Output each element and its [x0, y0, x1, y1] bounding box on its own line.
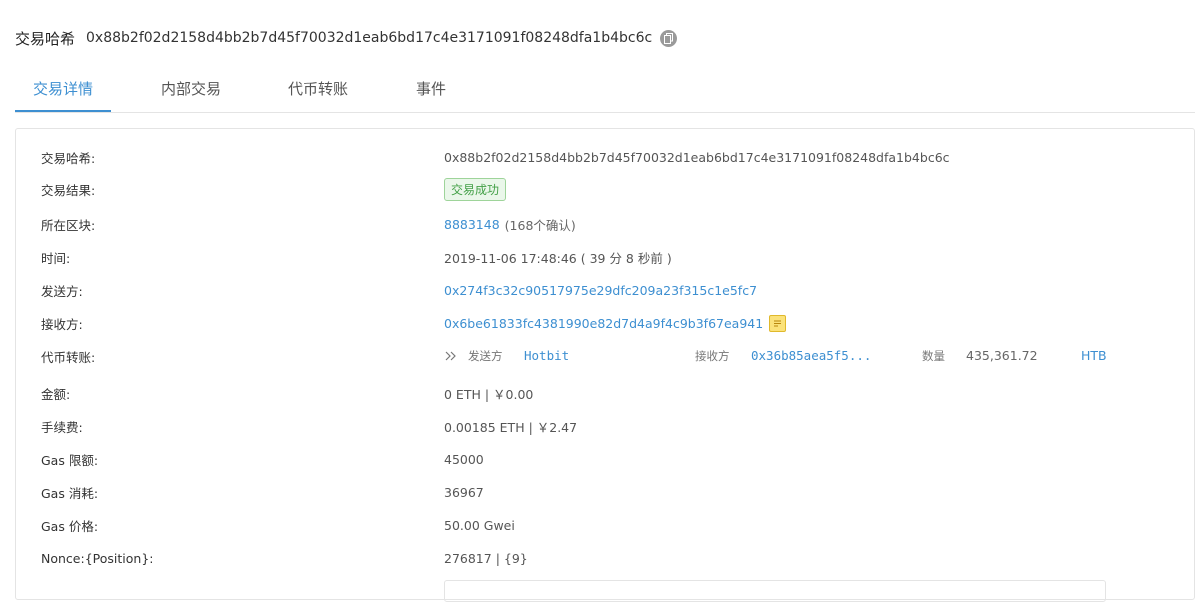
- fee-value: 0.00185 ETH | ￥2.47: [444, 419, 578, 435]
- nonce-label: Nonce:{Position}:: [41, 550, 154, 566]
- block-confirmations: (168个确认): [504, 217, 576, 233]
- amount-value: 0 ETH | ￥0.00: [444, 386, 534, 402]
- page-title: 交易哈希: [15, 29, 76, 48]
- row-nonce: Nonce:{Position}: 276817 | {9}: [41, 546, 1181, 570]
- row-amount: 金额: 0 ETH | ￥0.00: [41, 381, 1181, 405]
- row-time: 时间: 2019-11-06 17:48:46 ( 39 分 8 秒前 ): [41, 245, 1181, 269]
- to-label: 接收方:: [41, 316, 83, 332]
- time-label: 时间:: [41, 250, 71, 266]
- row-from: 发送方: 0x274f3c32c90517975e29dfc209a23f315…: [41, 278, 1181, 302]
- header-hash: 0x88b2f02d2158d4bb2b7d45f70032d1eab6bd17…: [86, 30, 653, 46]
- from-address-link[interactable]: 0x274f3c32c90517975e29dfc209a23f315c1e5f…: [444, 283, 757, 298]
- details-panel: 交易哈希: 0x88b2f02d2158d4bb2b7d45f70032d1ea…: [15, 128, 1195, 602]
- block-number-link[interactable]: 8883148: [444, 217, 500, 232]
- token-transfer-label: 代币转账:: [41, 349, 96, 365]
- to-address-link[interactable]: 0x6be61833fc4381990e82d7d4a9f4c9b3f67ea9…: [444, 316, 763, 331]
- row-hash: 交易哈希: 0x88b2f02d2158d4bb2b7d45f70032d1ea…: [41, 145, 1181, 169]
- double-chevron-right-icon: [444, 344, 458, 376]
- tab-token-transfers[interactable]: 代币转账: [278, 70, 358, 110]
- tab-events[interactable]: 事件: [405, 70, 457, 110]
- result-label: 交易结果:: [41, 182, 96, 198]
- row-block: 所在区块: 8883148 (168个确认): [41, 212, 1181, 236]
- token-to-link[interactable]: 0x36b85aea5f5...: [751, 344, 871, 368]
- row-to: 接收方: 0x6be61833fc4381990e82d7d4a9f4c9b3f…: [41, 311, 1181, 335]
- block-label: 所在区块:: [41, 217, 96, 233]
- gas-used-value: 36967: [444, 484, 484, 500]
- row-token-transfer: 代币转账: 发送方 Hotbit 接收方 0x36b85aea5f5... 数量…: [41, 344, 1181, 368]
- fee-label: 手续费:: [41, 419, 83, 435]
- row-result: 交易结果: 交易成功: [41, 177, 1181, 201]
- input-data-box[interactable]: [444, 580, 1106, 602]
- tab-bar: 交易详情 内部交易 代币转账 事件: [15, 70, 1195, 113]
- copy-icon[interactable]: [660, 29, 678, 47]
- token-from-label: 发送方: [468, 349, 503, 363]
- status-badge: 交易成功: [444, 177, 507, 201]
- amount-label: 金额:: [41, 386, 71, 402]
- tab-internal-transactions[interactable]: 内部交易: [151, 70, 231, 110]
- hash-value: 0x88b2f02d2158d4bb2b7d45f70032d1eab6bd17…: [444, 149, 950, 165]
- gas-limit-label: Gas 限额:: [41, 452, 99, 468]
- row-gas-limit: Gas 限额: 45000: [41, 447, 1181, 471]
- token-from-link[interactable]: Hotbit: [524, 344, 569, 368]
- hash-label: 交易哈希:: [41, 150, 96, 166]
- row-gas-price: Gas 价格: 50.00 Gwei: [41, 513, 1181, 537]
- time-value: 2019-11-06 17:48:46 ( 39 分 8 秒前 ): [444, 250, 672, 266]
- token-amount-value: 435,361.72: [966, 348, 1038, 363]
- gas-price-label: Gas 价格:: [41, 518, 99, 534]
- token-transfer-item: 发送方 Hotbit 接收方 0x36b85aea5f5... 数量 435,3…: [444, 344, 1181, 368]
- token-to-label: 接收方: [695, 349, 730, 363]
- gas-price-value: 50.00 Gwei: [444, 517, 515, 533]
- row-fee: 手续费: 0.00185 ETH | ￥2.47: [41, 414, 1181, 438]
- row-gas-used: Gas 消耗: 36967: [41, 480, 1181, 504]
- nonce-value: 276817 | {9}: [444, 550, 528, 566]
- tab-transaction-details[interactable]: 交易详情: [15, 70, 111, 112]
- gas-limit-value: 45000: [444, 451, 484, 467]
- token-amount-label: 数量: [922, 349, 945, 363]
- from-label: 发送方:: [41, 283, 83, 299]
- token-symbol-link[interactable]: HTB: [1081, 344, 1107, 368]
- gas-used-label: Gas 消耗:: [41, 485, 99, 501]
- note-icon[interactable]: [769, 314, 787, 332]
- page-header: 交易哈希 0x88b2f02d2158d4bb2b7d45f70032d1eab…: [15, 26, 678, 50]
